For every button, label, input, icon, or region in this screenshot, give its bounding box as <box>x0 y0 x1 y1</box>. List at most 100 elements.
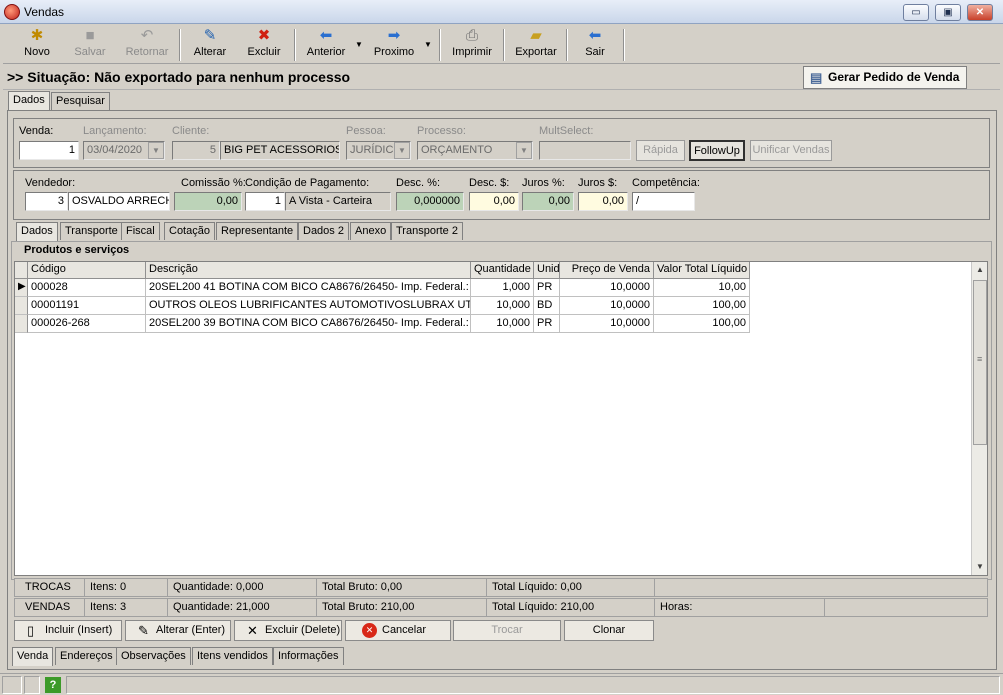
anterior-button[interactable]: ⬅ Anterior <box>301 27 351 63</box>
table-cell-unid[interactable]: PR <box>534 315 560 333</box>
novo-button[interactable]: ✱ Novo <box>15 27 59 63</box>
pessoa-label: Pessoa: <box>346 125 386 137</box>
incluir-button[interactable]: ▯ Incluir (Insert) <box>14 620 122 641</box>
table-cell-descricao[interactable]: OUTROS OLEOS LUBRIFICANTES AUTOMOTIVOSLU… <box>146 297 471 315</box>
exit-arrow-icon: ⬅ <box>588 27 602 44</box>
gerar-pedido-button[interactable]: ▤ Gerar Pedido de Venda <box>803 66 967 89</box>
table-cell-descricao[interactable]: 20SEL200 39 BOTINA COM BICO CA8676/26450… <box>146 315 471 333</box>
cliente-code-field[interactable]: 5 <box>172 141 220 160</box>
tab-pesquisar[interactable]: Pesquisar <box>51 92 110 110</box>
tab-dados-inner[interactable]: Dados <box>16 222 58 241</box>
proximo-button[interactable]: ➡ Proximo <box>369 27 419 63</box>
column-header-total[interactable]: Valor Total Líquido <box>654 262 750 279</box>
tab-venda[interactable]: Venda <box>12 647 54 666</box>
tab-cotacao[interactable]: Cotação <box>164 222 215 240</box>
tab-transporte[interactable]: Transporte <box>60 222 123 240</box>
table-cell-preco[interactable]: 10,0000 <box>560 279 654 297</box>
sair-button[interactable]: ⬅ Sair <box>573 27 617 63</box>
retornar-button[interactable]: ↶ Retornar <box>119 27 175 63</box>
close-button[interactable]: ✕ <box>967 4 993 21</box>
column-header-codigo[interactable]: Código <box>28 262 146 279</box>
unificar-vendas-button[interactable]: Unificar Vendas <box>750 140 832 161</box>
table-cell-codigo[interactable]: 000026-268 <box>28 315 146 333</box>
tab-dados[interactable]: Dados <box>8 91 50 110</box>
trocar-button[interactable]: Trocar <box>453 620 561 641</box>
salvar-button[interactable]: ■ Salvar <box>65 27 115 63</box>
vendedor-code-field[interactable]: 3 <box>25 192 68 211</box>
tab-observacoes[interactable]: Observações <box>116 647 191 665</box>
tab-fiscal[interactable]: Fiscal <box>121 222 160 240</box>
anterior-dropdown-icon[interactable]: ▼ <box>355 40 363 49</box>
tab-enderecos[interactable]: Endereços <box>55 647 118 665</box>
alterar-item-button[interactable]: ✎ Alterar (Enter) <box>125 620 231 641</box>
clonar-button[interactable]: Clonar <box>564 620 654 641</box>
vertical-scrollbar[interactable]: ▲ ≡ ▼ <box>971 262 987 575</box>
vendas-label: VENDAS <box>15 599 85 616</box>
excluir-item-button[interactable]: ✕ Excluir (Delete) <box>234 620 342 641</box>
tab-representante[interactable]: Representante <box>216 222 299 240</box>
minimize-button[interactable]: ▭ <box>903 4 929 21</box>
juros-value-field[interactable]: 0,00 <box>578 192 628 211</box>
vendedor-name-field[interactable]: OSVALDO ARRECH <box>68 192 170 211</box>
venda-field[interactable]: 1 <box>19 141 79 160</box>
table-cell-unid[interactable]: PR <box>534 279 560 297</box>
scroll-thumb[interactable]: ≡ <box>973 280 987 445</box>
tab-anexo[interactable]: Anexo <box>350 222 392 240</box>
table-cell-total[interactable]: 100,00 <box>654 315 750 333</box>
pessoa-dropdown-icon[interactable]: ▼ <box>394 142 410 159</box>
desc-percent-field[interactable]: 0,000000 <box>396 192 464 211</box>
column-header-quantidade[interactable]: Quantidade <box>471 262 534 279</box>
column-header-unid[interactable]: Unid <box>534 262 560 279</box>
comissao-label: Comissão %: <box>181 177 246 189</box>
table-cell-unid[interactable]: BD <box>534 297 560 315</box>
juros-percent-field[interactable]: 0,00 <box>522 192 574 211</box>
processo-dropdown-icon[interactable]: ▼ <box>516 142 532 159</box>
table-cell-descricao[interactable]: 20SEL200 41 BOTINA COM BICO CA8676/26450… <box>146 279 471 297</box>
table-cell-preco[interactable]: 10,0000 <box>560 297 654 315</box>
condicao-name-field[interactable]: A Vista - Carteira <box>285 192 391 211</box>
table-cell-total[interactable]: 10,00 <box>654 279 750 297</box>
table-cell-quantidade[interactable]: 10,000 <box>471 297 534 315</box>
alterar-button[interactable]: ✎ Alterar <box>185 27 235 63</box>
multselect-field[interactable] <box>539 141 631 160</box>
vendedor-label: Vendedor: <box>25 177 76 189</box>
cancelar-button[interactable]: ✕ Cancelar <box>345 620 451 641</box>
table-cell-preco[interactable]: 10,0000 <box>560 315 654 333</box>
row-indicator[interactable]: ▶ <box>15 279 28 297</box>
row-indicator[interactable] <box>15 315 28 333</box>
vendas-itens: Itens: 3 <box>85 599 168 616</box>
toolbar-separator <box>439 29 441 61</box>
cliente-name-field[interactable]: BIG PET ACESSORIOS <box>220 141 340 160</box>
table-cell-codigo[interactable]: 000028 <box>28 279 146 297</box>
comissao-field[interactable]: 0,00 <box>174 192 242 211</box>
proximo-dropdown-icon[interactable]: ▼ <box>424 40 432 49</box>
products-grid: Código Descrição Quantidade Unid Preço d… <box>14 261 988 576</box>
app-icon <box>4 4 20 20</box>
row-indicator[interactable] <box>15 297 28 315</box>
table-cell-quantidade[interactable]: 10,000 <box>471 315 534 333</box>
excluir-button[interactable]: ✖ Excluir <box>239 27 289 63</box>
scroll-down-icon[interactable]: ▼ <box>972 559 988 575</box>
help-icon[interactable]: ? <box>45 677 61 693</box>
trocas-label: TROCAS <box>15 579 85 596</box>
column-header-descricao[interactable]: Descrição <box>146 262 471 279</box>
maximize-button[interactable]: ▣ <box>935 4 961 21</box>
competencia-label: Competência: <box>632 177 700 189</box>
followup-button[interactable]: FollowUp <box>689 140 745 161</box>
tab-transporte-2[interactable]: Transporte 2 <box>391 222 463 240</box>
tab-informacoes[interactable]: Informações <box>273 647 344 665</box>
condicao-code-field[interactable]: 1 <box>245 192 285 211</box>
exportar-button[interactable]: ▰ Exportar <box>509 27 563 63</box>
calendar-dropdown-icon[interactable]: ▼ <box>148 142 164 159</box>
scroll-up-icon[interactable]: ▲ <box>972 262 988 278</box>
desc-value-field[interactable]: 0,00 <box>469 192 519 211</box>
column-header-preco[interactable]: Preço de Venda <box>560 262 654 279</box>
tab-itens-vendidos[interactable]: Itens vendidos <box>192 647 273 665</box>
table-cell-quantidade[interactable]: 1,000 <box>471 279 534 297</box>
competencia-field[interactable]: / <box>632 192 695 211</box>
table-cell-codigo[interactable]: 00001191 <box>28 297 146 315</box>
tab-dados-2[interactable]: Dados 2 <box>298 222 349 240</box>
rapida-button[interactable]: Rápida <box>636 140 685 161</box>
imprimir-button[interactable]: ⎙ Imprimir <box>447 27 497 63</box>
table-cell-total[interactable]: 100,00 <box>654 297 750 315</box>
